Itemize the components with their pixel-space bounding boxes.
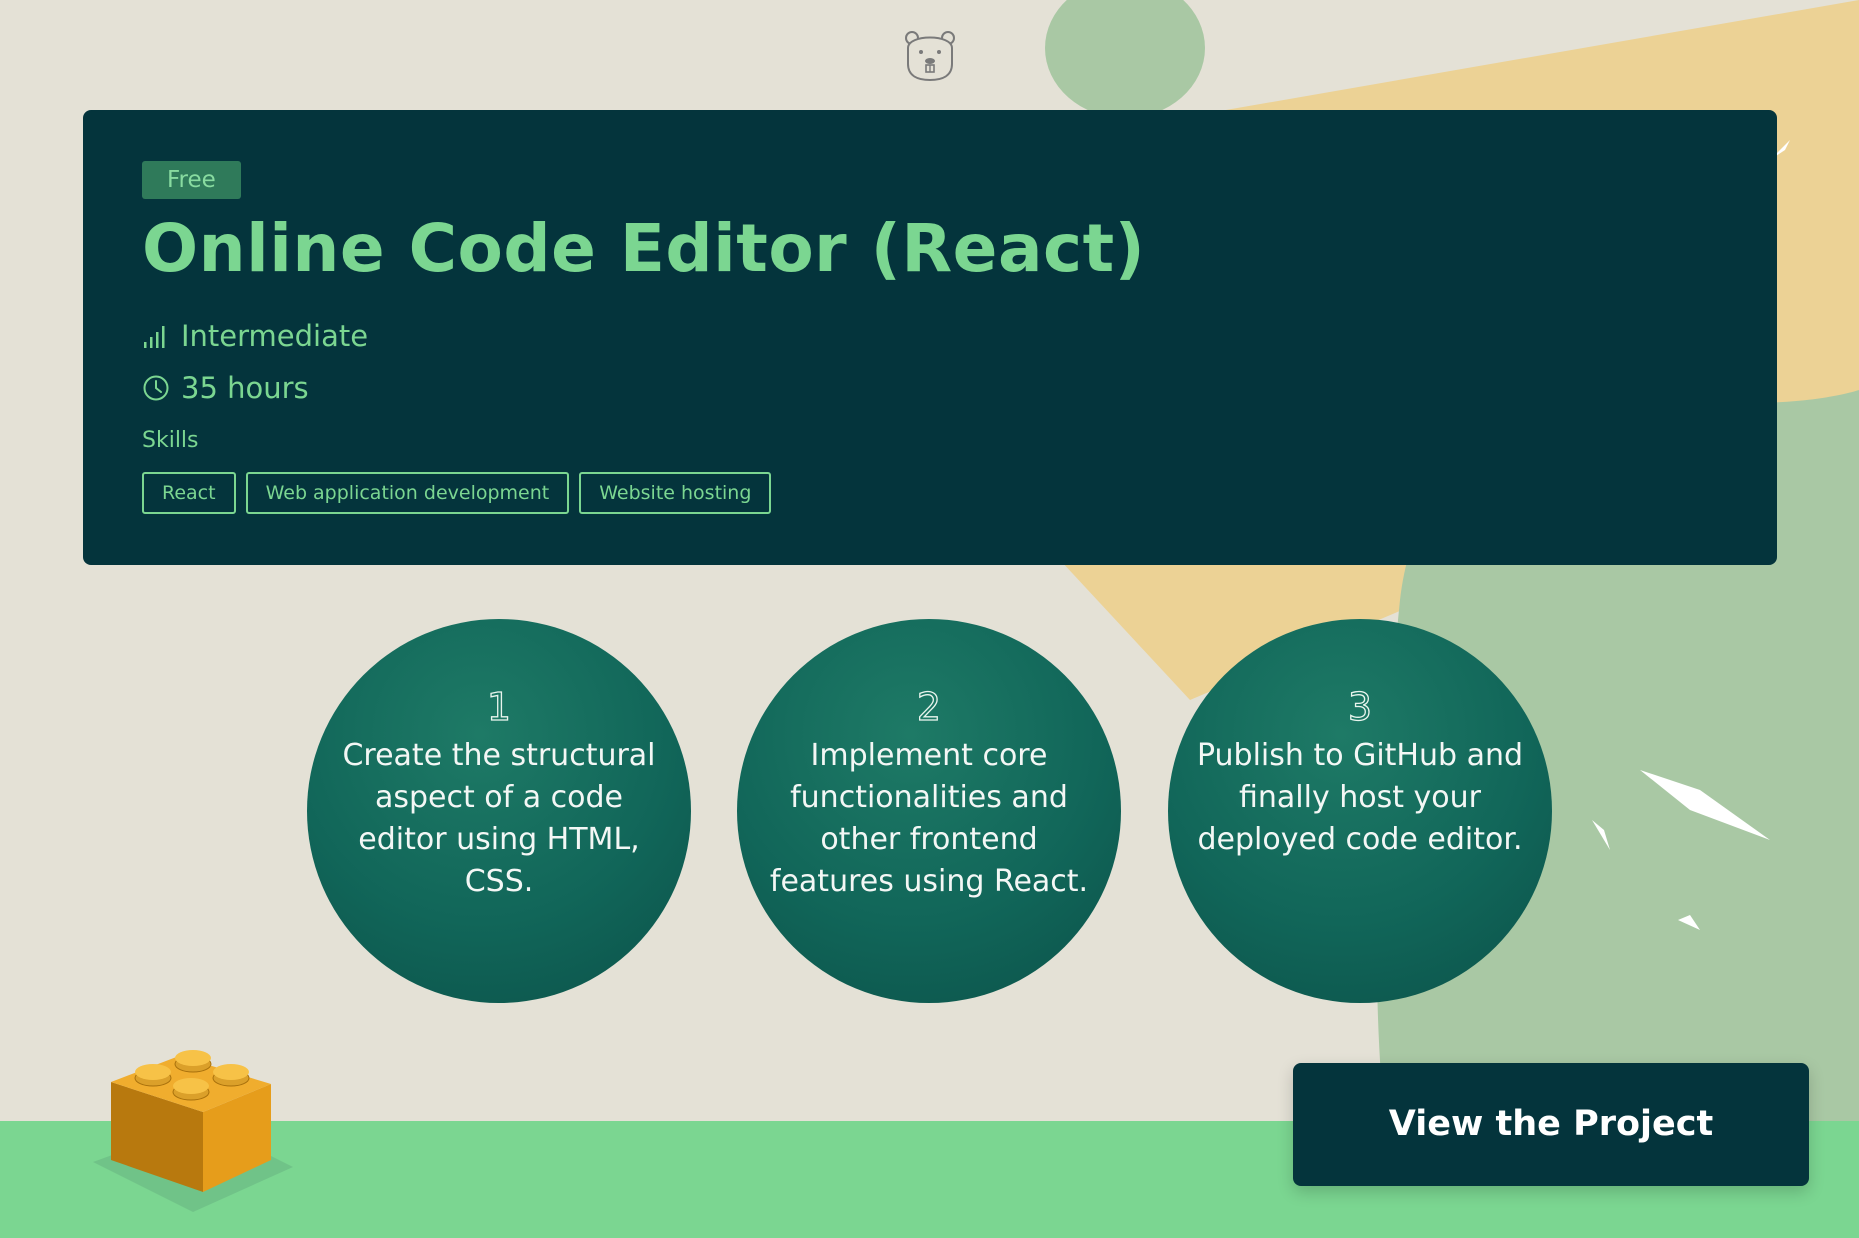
beaver-icon [905,31,955,82]
skill-tag-react: React [142,472,236,514]
duration-row: 35 hours [142,368,309,408]
step-circle-2: 2 Implement core functionalities and oth… [737,619,1121,1003]
price-badge: Free [142,161,241,199]
skills-list: React Web application development Websit… [142,472,772,514]
duration-label: 35 hours [181,371,309,405]
step-description: Implement core functionalities and other… [769,738,1089,899]
project-title: Online Code Editor (React) [142,210,1146,287]
project-card: Free Online Code Editor (React) Intermed… [83,110,1777,565]
skill-tag-website-hosting: Website hosting [579,472,772,514]
step-number: 3 [1347,684,1373,729]
view-project-button[interactable]: View the Project [1293,1063,1809,1186]
signal-bars-icon [144,326,165,348]
step-description: Publish to GitHub and finally host your … [1196,738,1524,857]
level-row: Intermediate [142,316,368,356]
lego-brick-icon [93,1050,293,1212]
level-label: Intermediate [181,319,369,353]
step-circle-3: 3 Publish to GitHub and finally host you… [1168,619,1552,1003]
page: Free Online Code Editor (React) Intermed… [0,0,1859,1238]
clock-icon [143,375,169,401]
step-description: Create the structural aspect of a code e… [342,738,656,899]
skill-tag-web-application-development: Web application development [245,472,570,514]
step-number: 1 [486,684,512,729]
step-number: 2 [916,684,942,729]
step-circle-1: 1 Create the structural aspect of a code… [307,619,691,1003]
skills-heading: Skills [142,428,199,453]
